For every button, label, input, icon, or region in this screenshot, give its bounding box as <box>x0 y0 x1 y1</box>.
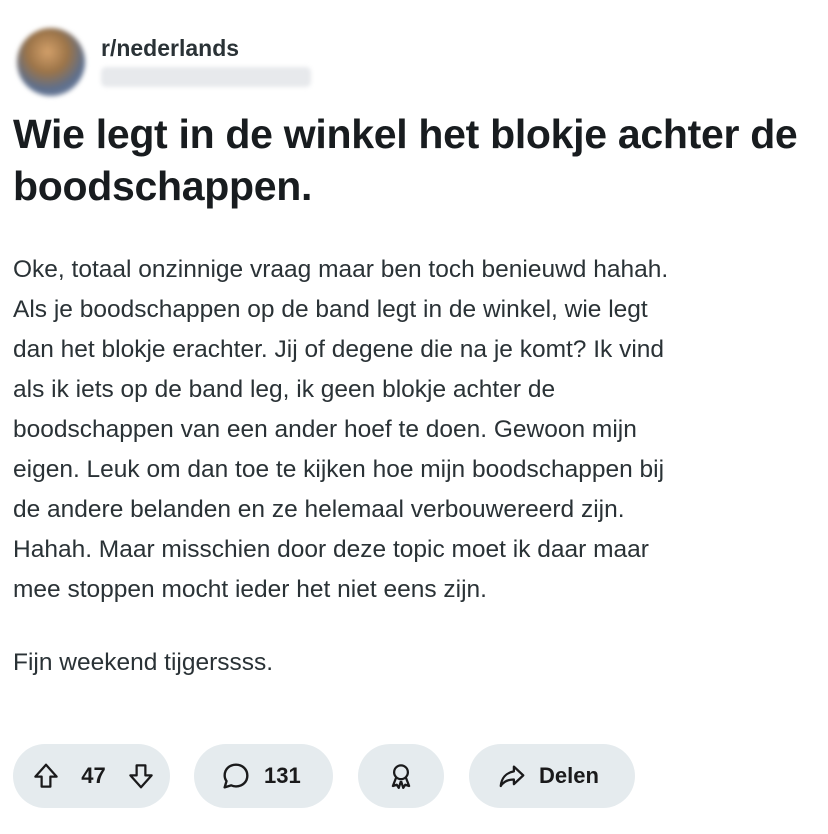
comment-count: 131 <box>264 763 301 788</box>
author-name-blurred[interactable] <box>101 67 311 87</box>
post-body: Oke, totaal onzinnige vraag maar ben toc… <box>13 250 813 683</box>
comment-bubble-icon <box>220 760 252 792</box>
body-paragraph: Fijn weekend tijgerssss. <box>13 649 274 676</box>
subreddit-name[interactable]: r/nederlands <box>101 35 311 61</box>
action-bar: 47 131 Delen <box>13 744 635 808</box>
avatar[interactable] <box>17 28 85 96</box>
vote-count: 47 <box>81 763 106 788</box>
arrow-down-icon[interactable] <box>126 761 156 791</box>
post-meta: r/nederlands <box>101 28 311 87</box>
post-title: Wie legt in de winkel het blokje achter … <box>13 111 798 209</box>
post-header: r/nederlands <box>17 28 311 96</box>
share-label: Delen <box>539 763 599 788</box>
comments-button[interactable]: 131 <box>194 744 333 808</box>
body-paragraph: Oke, totaal onzinnige vraag maar ben toc… <box>13 256 669 603</box>
share-arrow-icon <box>497 761 527 791</box>
vote-bar: 47 <box>13 744 170 808</box>
post-card: r/nederlands Wie legt in de winkel het b… <box>0 0 828 834</box>
award-icon <box>386 761 416 791</box>
award-button[interactable] <box>358 744 444 808</box>
arrow-up-icon[interactable] <box>31 761 61 791</box>
share-button[interactable]: Delen <box>469 744 635 808</box>
